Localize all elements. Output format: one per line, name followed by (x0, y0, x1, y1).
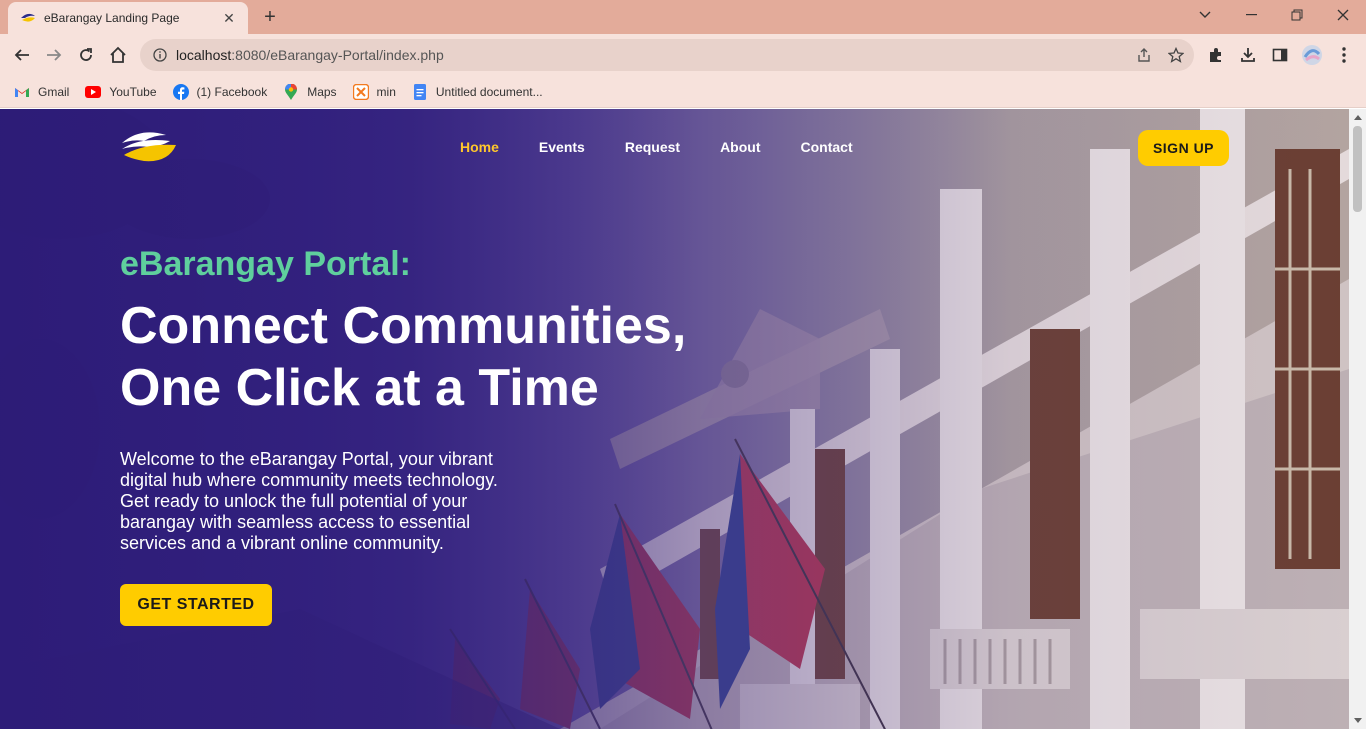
tab-title: eBarangay Landing Page (44, 11, 180, 25)
minimize-button[interactable] (1228, 0, 1274, 30)
signup-button[interactable]: SIGN UP (1138, 130, 1229, 166)
close-window-button[interactable] (1320, 0, 1366, 30)
share-icon[interactable] (1132, 43, 1156, 67)
url-path: :8080/eBarangay-Portal/index.php (231, 47, 444, 63)
facebook-icon (172, 83, 189, 100)
hero-section: Home Events Request About Contact SIGN U… (0, 109, 1349, 729)
page-viewport: Home Events Request About Contact SIGN U… (0, 109, 1366, 729)
restore-button[interactable] (1274, 0, 1320, 30)
hero-description: Welcome to the eBarangay Portal, your vi… (120, 449, 498, 553)
page-scrollbar[interactable] (1349, 109, 1366, 729)
nav-about[interactable]: About (720, 139, 760, 155)
scroll-up-arrow-icon[interactable] (1349, 109, 1366, 126)
scroll-down-arrow-icon[interactable] (1349, 712, 1366, 729)
browser-toolbar: localhost:8080/eBarangay-Portal/index.ph… (0, 34, 1366, 76)
side-panel-icon[interactable] (1268, 43, 1292, 67)
maps-icon (283, 83, 299, 100)
bookmark-label: (1) Facebook (196, 84, 268, 99)
site-favicon-icon (20, 10, 36, 26)
bookmark-min[interactable]: min (352, 80, 396, 104)
tab-strip: eBarangay Landing Page ✕ + (0, 0, 1366, 34)
hero-headline: Connect Communities, One Click at a Time (120, 295, 820, 419)
tab-close-icon[interactable]: ✕ (220, 10, 238, 27)
hero-headline-line-2: One Click at a Time (120, 359, 599, 417)
home-button[interactable] (104, 41, 132, 69)
browser-menu-icon[interactable] (1332, 43, 1356, 67)
download-icon[interactable] (1236, 43, 1260, 67)
browser-tab[interactable]: eBarangay Landing Page ✕ (8, 2, 248, 34)
nav-home[interactable]: Home (460, 139, 499, 155)
bookmark-star-icon[interactable] (1164, 43, 1188, 67)
reload-button[interactable] (72, 41, 100, 69)
site-info-icon[interactable] (152, 47, 168, 63)
address-bar[interactable]: localhost:8080/eBarangay-Portal/index.ph… (140, 39, 1194, 71)
hero-overlay (0, 109, 1349, 729)
url-host: localhost (176, 47, 232, 63)
nav-events[interactable]: Events (539, 139, 585, 155)
bookmark-maps[interactable]: Maps (283, 80, 337, 104)
scrollbar-thumb[interactable] (1353, 126, 1362, 212)
url-text[interactable]: localhost:8080/eBarangay-Portal/index.ph… (176, 47, 444, 63)
bookmark-gmail[interactable]: Gmail (14, 80, 69, 104)
hero-headline-line-1: Connect Communities, (120, 297, 687, 355)
ebarangay-logo[interactable] (120, 129, 178, 165)
nav-request[interactable]: Request (625, 139, 680, 155)
nav-contact[interactable]: Contact (801, 139, 853, 155)
forward-button[interactable] (40, 41, 68, 69)
bookmarks-bar: Gmail YouTube (1) Facebook Maps min Unti… (0, 76, 1366, 108)
gmail-icon (14, 84, 30, 100)
tab-search-chevron-icon[interactable] (1182, 0, 1228, 30)
bookmark-untitled-document[interactable]: Untitled document... (412, 80, 543, 104)
bookmark-label: Maps (307, 84, 337, 99)
new-tab-button[interactable]: + (256, 5, 284, 29)
bookmark-facebook[interactable]: (1) Facebook (172, 80, 268, 104)
bookmark-label: Gmail (38, 84, 70, 99)
profile-avatar-icon[interactable] (1300, 43, 1324, 67)
youtube-icon (85, 84, 102, 100)
main-nav: Home Events Request About Contact (460, 139, 893, 155)
bookmark-label: YouTube (109, 84, 157, 99)
xampp-icon (352, 83, 369, 100)
bookmark-youtube[interactable]: YouTube (85, 80, 157, 104)
back-button[interactable] (8, 41, 36, 69)
bookmark-label: min (376, 84, 396, 99)
get-started-button[interactable]: GET STARTED (120, 584, 272, 626)
hero-kicker: eBarangay Portal: (120, 245, 411, 283)
extensions-icon[interactable] (1204, 43, 1228, 67)
docs-icon (412, 83, 428, 100)
bookmark-label: Untitled document... (435, 84, 543, 99)
